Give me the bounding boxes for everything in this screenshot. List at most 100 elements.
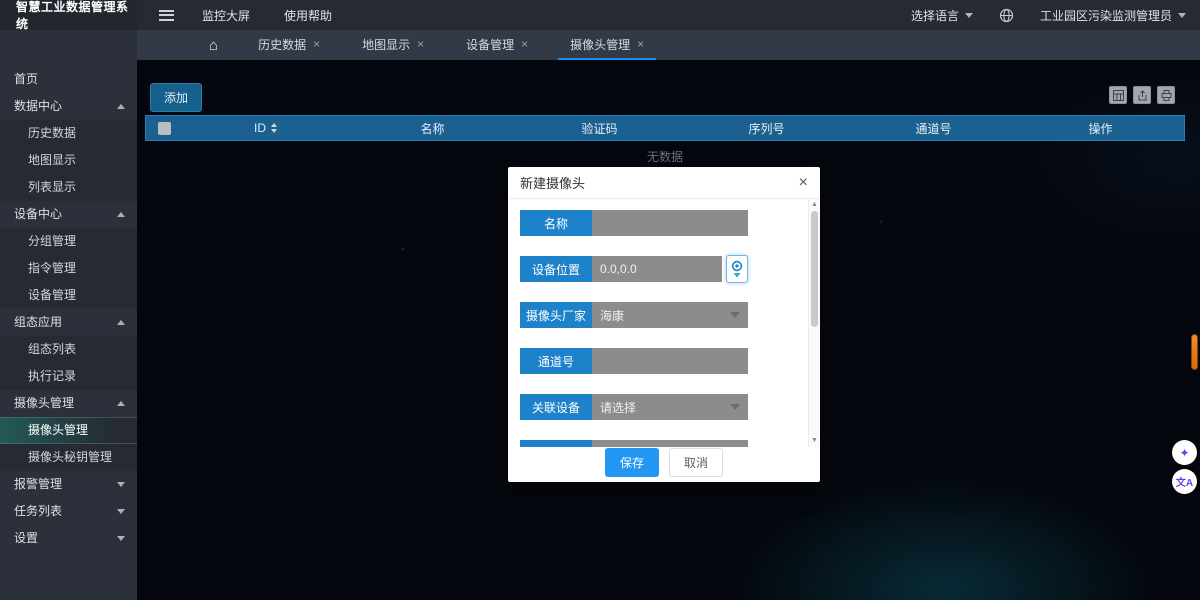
group-label: 组态应用 <box>14 315 62 329</box>
device-location-input[interactable]: 0.0,0.0 <box>592 256 722 282</box>
group-label: 设置 <box>14 531 38 545</box>
channel-number-input[interactable] <box>592 348 748 374</box>
chevron-up-icon <box>117 212 125 217</box>
home-icon: ⌂ <box>209 37 218 54</box>
tab-home[interactable]: ⌂ <box>199 30 228 60</box>
columns-icon[interactable] <box>1109 86 1127 104</box>
field-label: 名称 <box>520 210 592 236</box>
column-header-serial[interactable]: 序列号 <box>683 120 850 137</box>
collapse-menu-icon[interactable] <box>159 10 174 21</box>
modal-scrollbar[interactable]: ▲ ▼ <box>808 199 820 447</box>
sidebar-item-group-management[interactable]: 分组管理 <box>0 228 137 255</box>
selected-value: 请选择 <box>600 399 636 416</box>
field-camera-manufacturer: 摄像头厂家 海康 <box>520 302 748 328</box>
column-header-name[interactable]: 名称 <box>349 120 516 137</box>
column-header-channel[interactable]: 通道号 <box>850 120 1017 137</box>
tab-label: 历史数据 <box>258 36 306 53</box>
printer-icon[interactable] <box>1157 86 1175 104</box>
modal-body: 名称 设备位置 0.0,0.0 摄像头厂家 海康 <box>508 199 808 447</box>
tab-history-data[interactable]: 历史数据 × <box>246 30 332 60</box>
sidebar-group-data-center[interactable]: 数据中心 <box>0 93 137 120</box>
tab-camera-management[interactable]: 摄像头管理 × <box>558 30 656 60</box>
sidebar-group-camera-management[interactable]: 摄像头管理 <box>0 390 137 417</box>
user-menu[interactable]: 工业园区污染监测管理员 <box>1040 7 1186 24</box>
user-name: 工业园区污染监测管理员 <box>1040 7 1172 24</box>
sidebar-group-task-list[interactable]: 任务列表 <box>0 498 137 525</box>
sidebar-submenu-config-app: 组态列表 执行记录 <box>0 336 137 390</box>
column-header-code[interactable]: 验证码 <box>516 120 683 137</box>
sidebar-group-alarm-management[interactable]: 报警管理 <box>0 471 137 498</box>
sidebar-item-history-data[interactable]: 历史数据 <box>0 120 137 147</box>
tab-label: 摄像头管理 <box>570 36 630 53</box>
column-label: ID <box>254 121 266 135</box>
chevron-down-icon <box>1178 13 1186 18</box>
sidebar-item-map-display[interactable]: 地图显示 <box>0 147 137 174</box>
close-icon[interactable]: × <box>637 38 644 50</box>
chevron-up-icon <box>117 320 125 325</box>
sidebar-group-settings[interactable]: 设置 <box>0 525 137 552</box>
sidebar-item-camera-management[interactable]: 摄像头管理 <box>0 417 137 444</box>
export-icon[interactable] <box>1133 86 1151 104</box>
chevron-up-icon <box>117 104 125 109</box>
ai-assistant-button[interactable]: ✦ <box>1172 440 1197 465</box>
translate-icon: 文A <box>1176 474 1193 489</box>
field-label: 通道号 <box>520 348 592 374</box>
map-pin-icon <box>730 260 744 279</box>
menu-item-help[interactable]: 使用帮助 <box>284 7 332 24</box>
header-checkbox-cell <box>146 122 182 135</box>
select-all-checkbox[interactable] <box>158 122 171 135</box>
column-header-action[interactable]: 操作 <box>1017 120 1184 137</box>
sidebar-item-device-management[interactable]: 设备管理 <box>0 282 137 309</box>
tab-map-display[interactable]: 地图显示 × <box>350 30 436 60</box>
sidebar-group-config-app[interactable]: 组态应用 <box>0 309 137 336</box>
tab-device-management[interactable]: 设备管理 × <box>454 30 540 60</box>
modal-title: 新建摄像头 <box>520 173 585 192</box>
menu-item-monitor-screen[interactable]: 监控大屏 <box>202 7 250 24</box>
chevron-down-icon <box>117 536 125 541</box>
sidebar: 首页 数据中心 历史数据 地图显示 列表显示 设备中心 分组管理 指令管理 设备… <box>0 30 137 600</box>
save-button[interactable]: 保存 <box>605 448 659 477</box>
scrollbar-thumb[interactable] <box>811 211 818 327</box>
field-name: 名称 <box>520 210 748 236</box>
close-icon[interactable]: × <box>521 38 528 50</box>
group-label: 摄像头管理 <box>14 396 74 410</box>
close-icon[interactable]: × <box>313 38 320 50</box>
close-icon[interactable]: × <box>799 175 808 191</box>
chevron-down-icon <box>117 509 125 514</box>
group-label: 任务列表 <box>14 504 62 518</box>
sidebar-submenu-data-center: 历史数据 地图显示 列表显示 <box>0 120 137 201</box>
add-button[interactable]: 添加 <box>150 83 202 112</box>
close-icon[interactable]: × <box>417 38 424 50</box>
modal-header: 新建摄像头 × <box>508 167 820 199</box>
scroll-up-arrow[interactable]: ▲ <box>809 200 820 210</box>
tab-label: 设备管理 <box>466 36 514 53</box>
sidebar-submenu-camera-management: 摄像头管理 摄像头秘钥管理 <box>0 417 137 471</box>
sidebar-item-camera-key-management[interactable]: 摄像头秘钥管理 <box>0 444 137 471</box>
sidebar-item-command-management[interactable]: 指令管理 <box>0 255 137 282</box>
chevron-down-icon <box>730 312 740 318</box>
tab-label: 地图显示 <box>362 36 410 53</box>
sidebar-item-list-display[interactable]: 列表显示 <box>0 174 137 201</box>
sort-icon[interactable] <box>271 123 277 133</box>
topbar: 智慧工业数据管理系统 监控大屏 使用帮助 选择语言 工业园区污染监测管理员 <box>0 0 1200 30</box>
field-label: 摄像头厂家 <box>520 302 592 328</box>
sidebar-item-config-list[interactable]: 组态列表 <box>0 336 137 363</box>
globe-icon[interactable] <box>999 8 1014 23</box>
sidebar-item-home[interactable]: 首页 <box>0 66 137 93</box>
column-header-id[interactable]: ID <box>182 121 349 135</box>
sidebar-group-device-center[interactable]: 设备中心 <box>0 201 137 228</box>
group-label: 数据中心 <box>14 99 62 113</box>
app-logo: 智慧工业数据管理系统 <box>0 0 137 30</box>
translate-button[interactable]: 文A <box>1172 469 1197 494</box>
page-scrollbar-thumb[interactable] <box>1191 334 1198 370</box>
chevron-down-icon <box>965 13 973 18</box>
manufacturer-select[interactable]: 海康 <box>592 302 748 328</box>
topbar-menu: 监控大屏 使用帮助 <box>202 7 332 24</box>
cancel-button[interactable]: 取消 <box>669 448 723 477</box>
map-pin-button[interactable] <box>726 255 748 283</box>
associated-device-select[interactable]: 请选择 <box>592 394 748 420</box>
name-input[interactable] <box>592 210 748 236</box>
sidebar-item-execution-records[interactable]: 执行记录 <box>0 363 137 390</box>
language-selector[interactable]: 选择语言 <box>911 7 973 24</box>
empty-data-text: 无数据 <box>145 148 1185 165</box>
